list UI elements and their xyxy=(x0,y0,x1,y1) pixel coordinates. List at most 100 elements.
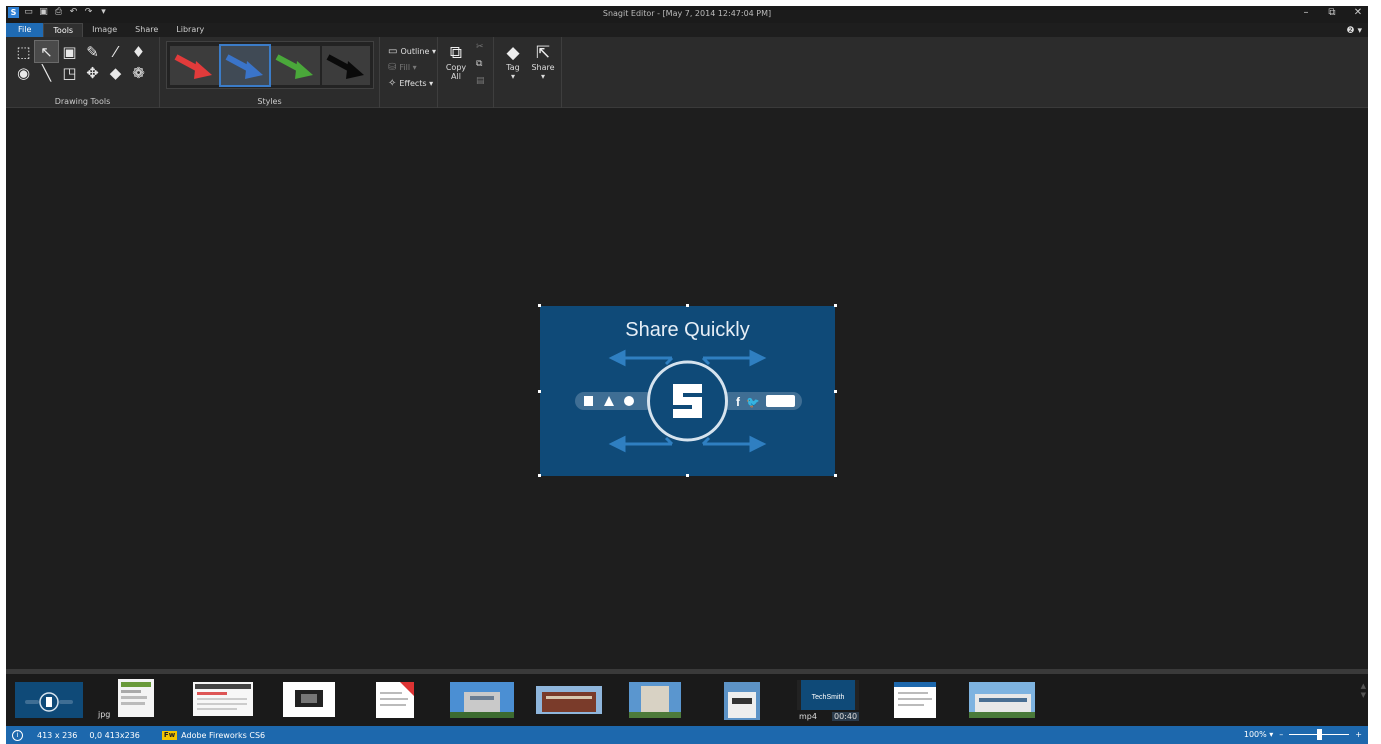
arrow-style-swatch[interactable] xyxy=(271,46,320,85)
share-dropdown-arrow: ▾ xyxy=(540,72,545,81)
capture-image[interactable]: Share Quickly f 🐦 xyxy=(538,304,837,477)
clipboard-group: ⧉ Copy All ✂ ⧉ ▤ xyxy=(438,37,494,108)
capture-tray: jpg TechSmith mp4 00:40 ▲ ▼ xyxy=(6,674,1368,726)
tab-tools[interactable]: Tools xyxy=(43,23,84,37)
stamp-icon[interactable]: ▣ xyxy=(58,41,81,62)
tray-thumb-webpage[interactable] xyxy=(118,679,154,717)
tag-button[interactable]: ◆ Tag ▾ xyxy=(502,43,524,81)
styles-gallery xyxy=(166,41,374,89)
minimize-button[interactable]: – xyxy=(1300,7,1312,18)
callout-icon[interactable]: ◉ xyxy=(12,62,35,83)
evernote-icon xyxy=(624,396,634,406)
copy-all-label: Copy xyxy=(445,63,467,72)
eraser-icon[interactable]: ◆ xyxy=(104,62,127,83)
arrow-style-swatch[interactable] xyxy=(170,46,219,85)
fill-dropdown[interactable]: ⛁ Fill ▾ xyxy=(388,62,417,73)
style-arrow-icon xyxy=(275,53,314,79)
title-bar: S ▭ ▣ ⎙ ↶ ↷ ▾ Snagit Editor - [May 7, 2014 12:… xyxy=(6,6,1368,23)
blur-icon[interactable]: ❁ xyxy=(127,62,150,83)
tag-dropdown-arrow: ▾ xyxy=(510,72,515,81)
style-arrow-icon xyxy=(326,53,364,79)
fill-icon[interactable]: ♦ xyxy=(127,41,150,62)
editor-canvas[interactable]: Share Quickly f 🐦 xyxy=(6,108,1368,673)
style-arrow-icon xyxy=(174,53,213,79)
tray-thumb-building-1[interactable] xyxy=(450,682,514,720)
capture-title: Share Quickly xyxy=(625,319,750,341)
arrow-style-swatch[interactable] xyxy=(321,46,370,85)
file-type-jpg: jpg xyxy=(98,710,111,719)
resize-handle[interactable] xyxy=(538,304,541,307)
resize-handle[interactable] xyxy=(834,304,837,307)
camtasia-icon xyxy=(584,396,593,406)
help-button[interactable]: ❷ ▾ xyxy=(1347,26,1362,36)
video-duration: 00:40 xyxy=(832,712,860,721)
tray-thumb-building-3[interactable] xyxy=(629,682,681,720)
tab-image[interactable]: Image xyxy=(83,23,126,37)
snagit-s-logo-icon xyxy=(673,384,702,418)
resize-handle[interactable] xyxy=(686,304,689,307)
drawing-tools-label: Drawing Tools xyxy=(54,97,111,106)
tray-thumb-building-2[interactable] xyxy=(536,686,602,724)
zoom-slider[interactable] xyxy=(1289,729,1350,740)
status-bar: i 413 x 236 0,0 413x236 Fw Adobe Firewor… xyxy=(6,726,1368,744)
selection-info: 0,0 413x236 xyxy=(89,730,140,740)
tray-thumb-document[interactable] xyxy=(376,682,414,720)
copy-all-button[interactable]: ⧉ Copy All xyxy=(443,43,469,81)
ribbon-tabs: File Tools Image Share Library xyxy=(6,23,213,37)
copy-all-label-2: All xyxy=(451,72,461,81)
outline-icon: ▭ xyxy=(388,46,398,57)
resize-handle[interactable] xyxy=(686,474,689,477)
share-label: Share xyxy=(531,63,555,72)
line-icon[interactable]: ╲ xyxy=(35,62,58,83)
selection-icon[interactable]: ⬚ xyxy=(12,41,35,62)
zoom-level-dropdown[interactable]: 100% ▾ xyxy=(1244,730,1273,739)
tray-thumb-building-4[interactable] xyxy=(724,682,760,720)
zoom-in-button[interactable]: + xyxy=(1355,730,1362,739)
info-icon[interactable]: i xyxy=(12,729,23,741)
share-icon: ⇱ xyxy=(535,43,551,63)
tray-thumb-building-5[interactable] xyxy=(969,682,1035,720)
effects-dropdown[interactable]: ✧ Effects ▾ xyxy=(388,78,433,89)
share-button[interactable]: ⇱ Share ▾ xyxy=(530,43,556,81)
tag-label: Tag xyxy=(506,63,520,72)
restore-button[interactable]: ⧉ xyxy=(1326,7,1338,18)
outline-dropdown[interactable]: ▭ Outline ▾ xyxy=(388,46,436,57)
resize-handle[interactable] xyxy=(834,474,837,477)
tab-library[interactable]: Library xyxy=(167,23,213,37)
outline-label: Outline ▾ xyxy=(400,47,436,56)
tab-file[interactable]: File xyxy=(6,23,44,37)
move-icon[interactable]: ✥ xyxy=(81,62,104,83)
shape-icon[interactable]: ◳ xyxy=(58,62,81,83)
styles-group: Styles xyxy=(160,37,380,108)
zoom-slider-thumb[interactable] xyxy=(1317,729,1323,740)
tray-thumb-email[interactable] xyxy=(894,682,936,720)
cut-icon[interactable]: ✂ xyxy=(476,42,484,52)
copy-icon[interactable]: ⧉ xyxy=(476,59,482,69)
resize-handle[interactable] xyxy=(834,390,837,393)
resize-handle[interactable] xyxy=(538,390,541,393)
tray-thumb-window[interactable] xyxy=(283,682,335,720)
effects-wand-icon: ✧ xyxy=(388,78,397,89)
open-with-app[interactable]: Adobe Fireworks CS6 xyxy=(181,731,265,740)
copy-all-icon: ⧉ xyxy=(449,43,463,63)
drawing-tools-group: ⬚ ↖ ▣ ✎ ⁄ ♦ ◉ ╲ ◳ ✥ ◆ ❁ Drawing Tools xyxy=(6,37,160,108)
tray-thumb-form[interactable] xyxy=(193,682,253,720)
tray-scroll-buttons[interactable]: ▲ ▼ xyxy=(1361,682,1366,700)
window-title: Snagit Editor - [May 7, 2014 12:47:04 PM… xyxy=(602,9,772,18)
svg-text:TechSmith: TechSmith xyxy=(812,694,845,701)
share-quickly-graphic: Share Quickly f 🐦 xyxy=(540,306,835,476)
pen-icon[interactable]: ✎ xyxy=(81,41,104,62)
arrow-style-swatch[interactable] xyxy=(218,44,271,87)
paste-icon[interactable]: ▤ xyxy=(476,76,485,86)
tray-thumb-share-quickly[interactable] xyxy=(15,682,83,720)
share-group: ◆ Tag ▾ ⇱ Share ▾ xyxy=(494,37,562,108)
close-button[interactable]: ✕ xyxy=(1352,7,1364,18)
tab-share[interactable]: Share xyxy=(126,23,167,37)
zoom-out-button[interactable]: – xyxy=(1279,730,1283,739)
window-controls: – ⧉ ✕ xyxy=(1300,7,1364,18)
resize-handle[interactable] xyxy=(538,474,541,477)
arrow-icon[interactable]: ↖ xyxy=(34,40,59,63)
twitter-icon: 🐦 xyxy=(746,396,760,409)
highlighter-icon[interactable]: ⁄ xyxy=(104,41,127,62)
tag-icon: ◆ xyxy=(506,43,520,63)
